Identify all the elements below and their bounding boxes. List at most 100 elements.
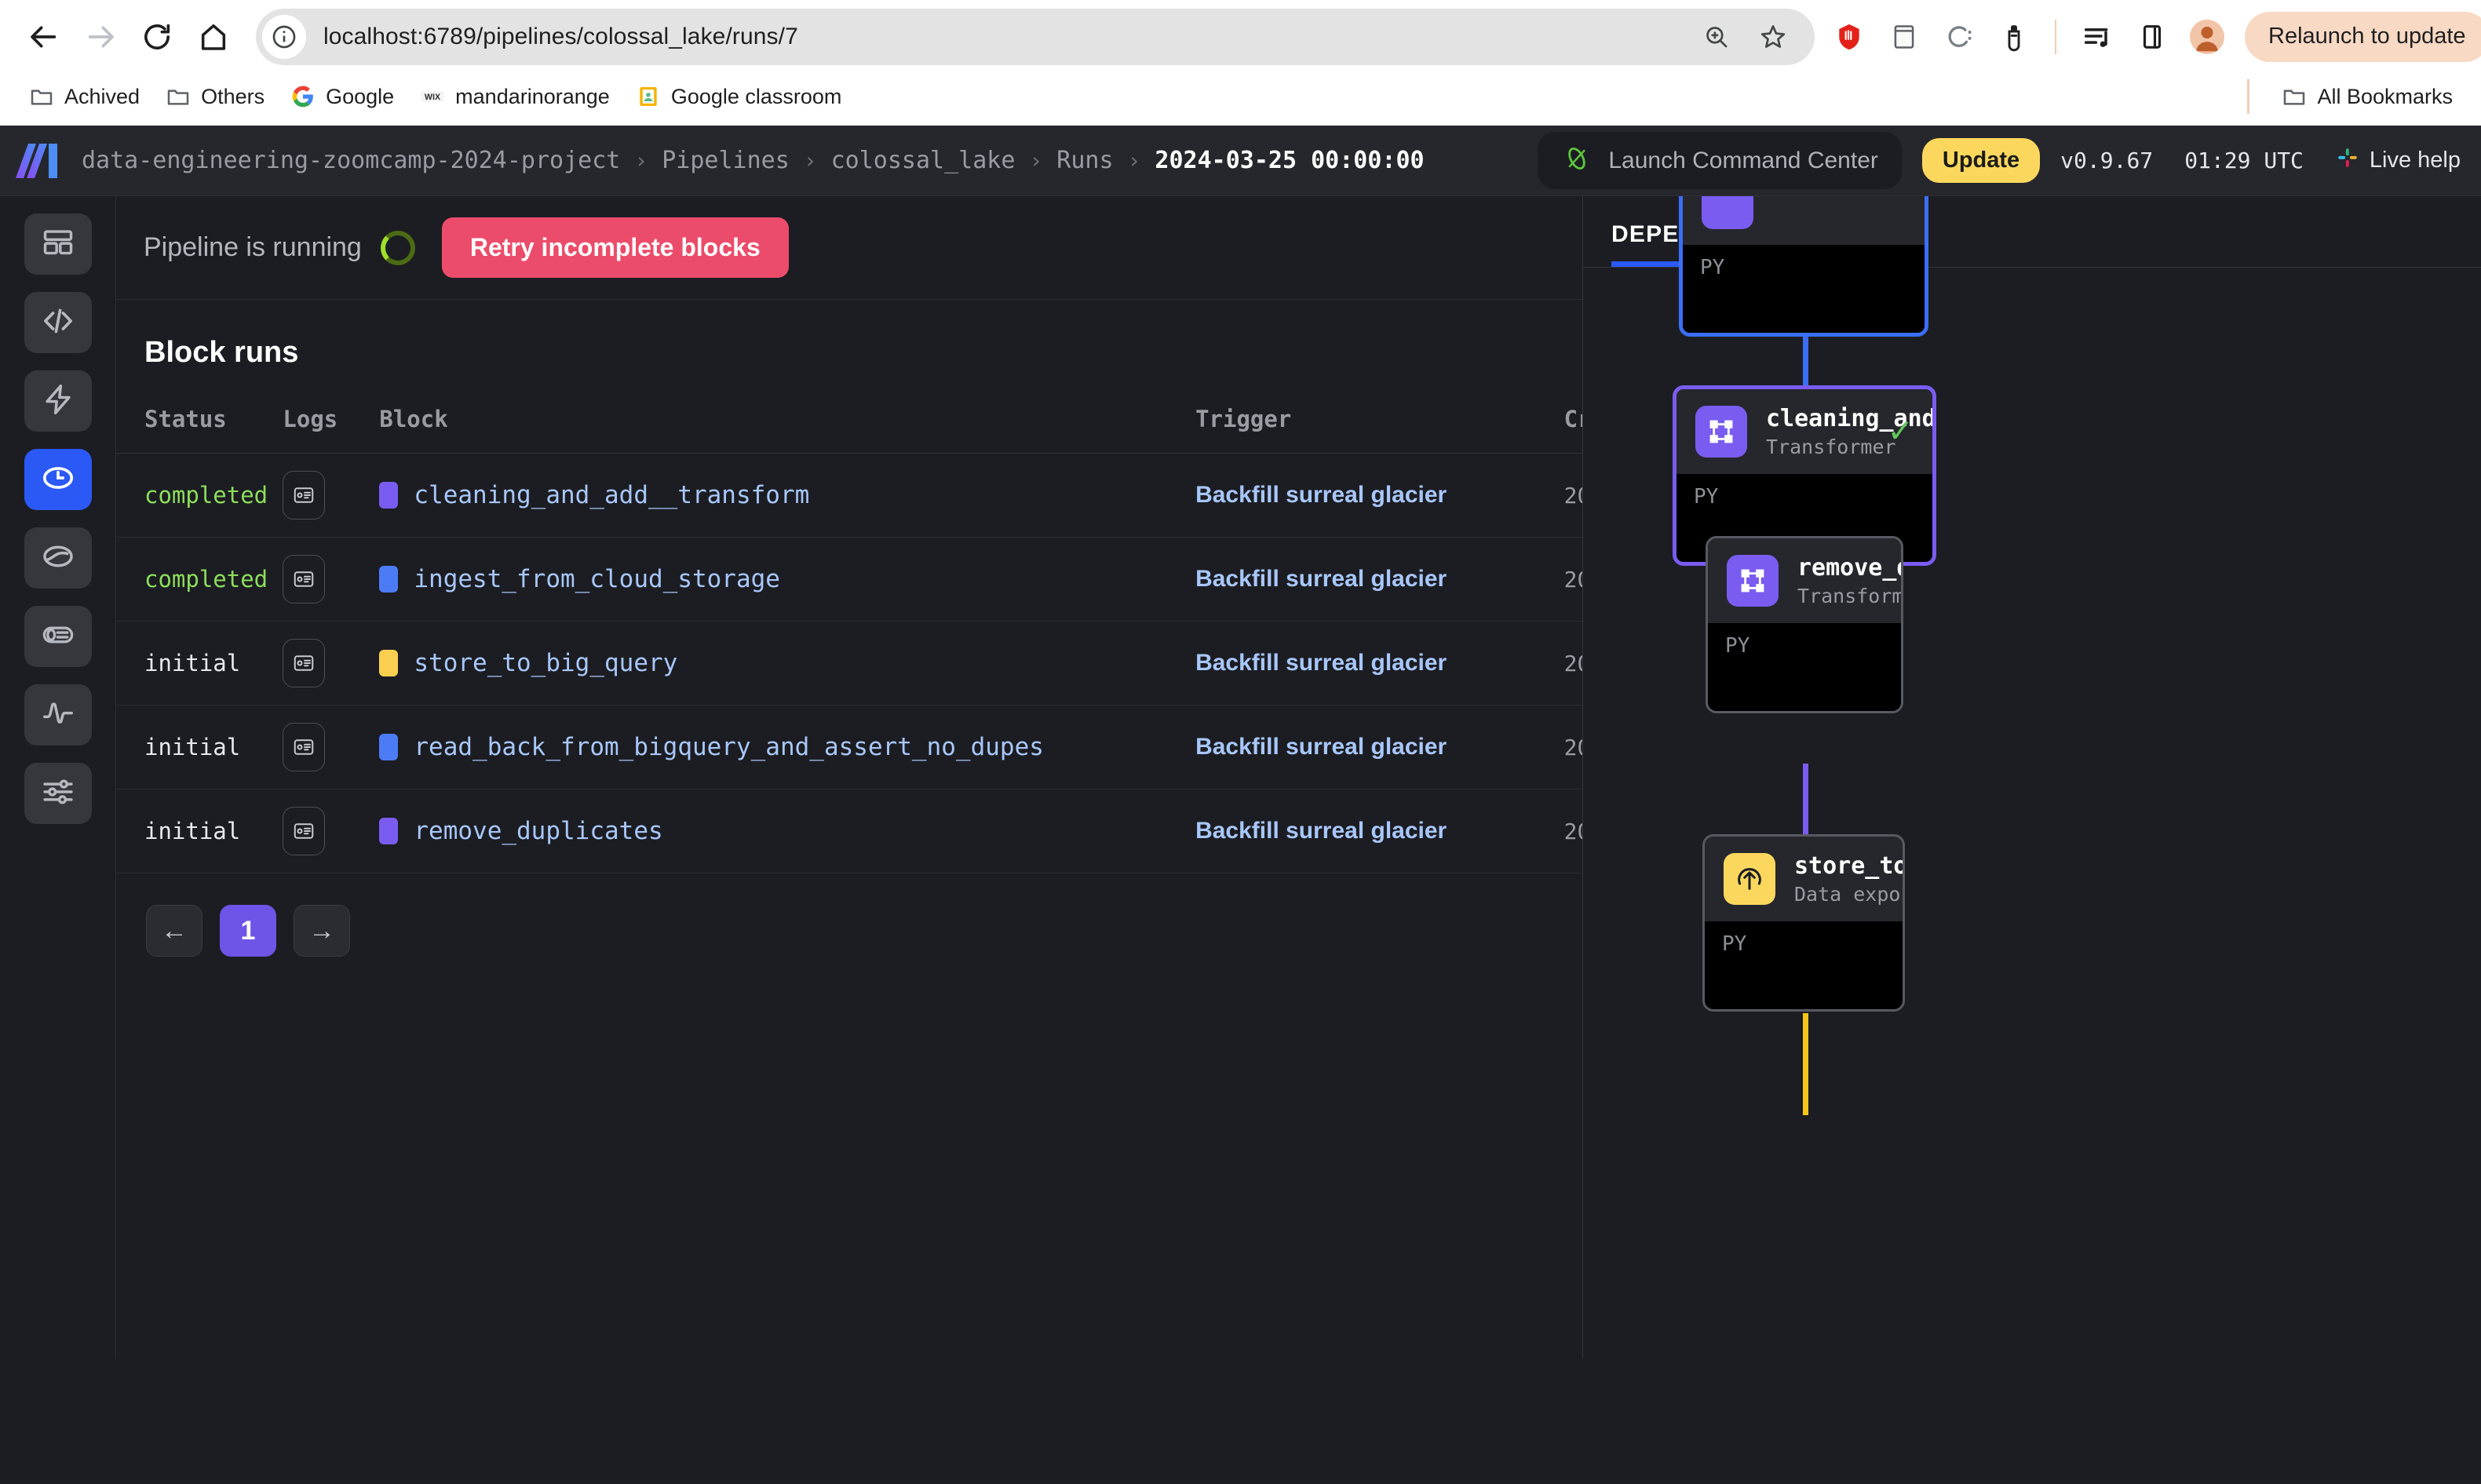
trigger-link[interactable]: Backfill surreal glacier — [1195, 734, 1447, 760]
profile-avatar[interactable] — [2182, 12, 2232, 62]
page-number-1[interactable]: 1 — [220, 905, 276, 957]
google-classroom-icon — [635, 83, 662, 110]
trigger-link[interactable]: Backfill surreal glacier — [1195, 818, 1447, 844]
reader-extension-icon[interactable] — [1879, 12, 1929, 62]
node-name: remove_duplicates — [1797, 554, 1903, 582]
info-circle-icon[interactable] — [262, 14, 306, 59]
side-panel-icon[interactable] — [2127, 12, 2177, 62]
back-arrow-icon[interactable] — [16, 9, 72, 65]
breadcrumb-project[interactable]: data-engineering-zoomcamp-2024-project — [82, 147, 620, 174]
breadcrumb-separator-icon: › — [1127, 148, 1141, 173]
wix-icon: WIX — [419, 83, 446, 110]
bookmark-google-classroom[interactable]: Google classroom — [622, 78, 855, 115]
transformer-icon — [1702, 196, 1753, 229]
column-header-created[interactable]: Created — [1563, 393, 1582, 454]
edge-remove-to-store — [1803, 764, 1808, 840]
column-header-trigger[interactable]: Trigger — [1195, 393, 1564, 454]
lightning-bolt-icon — [41, 382, 75, 421]
trigger-link[interactable]: Backfill surreal glacier — [1195, 650, 1447, 676]
reading-list-icon[interactable] — [2072, 12, 2122, 62]
zoom-search-icon[interactable] — [1694, 14, 1739, 60]
block-runs-table: Status Logs Block Trigger Created comple… — [116, 393, 1582, 873]
table-row[interactable]: completed cleaning_and_add__transform Ba… — [116, 453, 1582, 538]
sidebar-item-monitoring[interactable] — [24, 684, 92, 746]
all-bookmarks-button[interactable]: All Bookmarks — [2268, 78, 2465, 115]
sidebar-item-runs[interactable] — [24, 449, 92, 510]
table-row[interactable]: completed ingest_from_cloud_storage Back… — [116, 537, 1582, 622]
block-color-swatch — [379, 482, 399, 509]
grammarly-extension-icon[interactable] — [1934, 12, 1984, 62]
column-header-status[interactable]: Status — [116, 393, 283, 454]
app-header: data-engineering-zoomcamp-2024-project ›… — [0, 126, 2481, 196]
block-color-swatch — [379, 734, 399, 760]
bookmark-archived[interactable]: Achived — [16, 78, 152, 115]
trigger-link[interactable]: Backfill surreal glacier — [1195, 482, 1447, 508]
command-center-icon — [1561, 143, 1593, 178]
relaunch-to-update-button[interactable]: Relaunch to update — [2245, 11, 2481, 62]
block-name[interactable]: remove_duplicates — [414, 817, 662, 845]
trigger-link[interactable]: Backfill surreal glacier — [1195, 566, 1447, 592]
adblock-extension-icon[interactable] — [1824, 12, 1874, 62]
left-sidebar — [0, 196, 116, 1358]
live-help-button[interactable]: Live help — [2335, 145, 2461, 177]
breadcrumb-runs[interactable]: Runs — [1056, 147, 1113, 174]
bitwarden-extension-icon[interactable] — [1989, 12, 2039, 62]
extension-icons: Relaunch to update — [1824, 11, 2481, 62]
home-icon[interactable] — [185, 9, 242, 65]
created-timestamp: 2024-03- — [1563, 818, 1582, 844]
node-header — [1683, 196, 1925, 245]
breadcrumb-pipelines[interactable]: Pipelines — [662, 147, 790, 174]
tree-node-store-to-big-query[interactable]: store_to_big_query Data exporter PY — [1702, 834, 1905, 1012]
block-name[interactable]: store_to_big_query — [414, 649, 677, 677]
logs-icon[interactable] — [283, 723, 326, 771]
sidebar-item-triggers[interactable] — [24, 370, 92, 432]
bookmark-others[interactable]: Others — [152, 78, 277, 115]
bookmarks-divider — [2247, 79, 2250, 114]
sidebar-item-settings[interactable] — [24, 763, 92, 824]
table-row[interactable]: initial remove_duplicates Backfill surre… — [116, 789, 1582, 873]
dependency-tree-canvas[interactable]: PY cleaning_and_ Transformer ✓ PY remove… — [1583, 196, 2481, 1358]
tree-node-partial-top[interactable]: PY — [1679, 196, 1928, 337]
forward-arrow-icon[interactable] — [72, 9, 129, 65]
update-button[interactable]: Update — [1921, 138, 2041, 183]
node-name: cleaning_and_add__transform — [1766, 405, 1936, 432]
node-language-label: PY — [1694, 485, 1719, 509]
block-name[interactable]: read_back_from_bigquery_and_assert_no_du… — [414, 733, 1044, 761]
sidebar-item-backfills[interactable] — [24, 527, 92, 589]
sidebar-item-logs[interactable] — [24, 606, 92, 667]
url-text[interactable]: localhost:6789/pipelines/colossal_lake/r… — [306, 24, 1694, 50]
loading-spinner-icon — [380, 230, 415, 265]
block-name[interactable]: ingest_from_cloud_storage — [414, 565, 780, 593]
node-language-label: PY — [1722, 932, 1747, 956]
node-body: PY — [1708, 623, 1901, 711]
retry-incomplete-blocks-button[interactable]: Retry incomplete blocks — [441, 217, 789, 278]
all-bookmarks-group: All Bookmarks — [2247, 78, 2465, 115]
column-header-block[interactable]: Block — [379, 393, 1196, 454]
logs-icon[interactable] — [283, 555, 326, 603]
column-header-logs[interactable]: Logs — [283, 393, 380, 454]
breadcrumb-pipeline-name[interactable]: colossal_lake — [831, 147, 1016, 174]
mage-logo[interactable] — [16, 142, 58, 180]
google-icon — [290, 83, 316, 110]
block-name[interactable]: cleaning_and_add__transform — [414, 481, 809, 509]
logs-icon[interactable] — [283, 639, 326, 687]
next-page-button[interactable]: → — [294, 905, 350, 957]
bookmark-mandarinorange[interactable]: WIX mandarinorange — [407, 78, 622, 115]
previous-page-button[interactable]: ← — [146, 905, 202, 957]
status-badge: initial — [144, 734, 241, 760]
bookmark-label: mandarinorange — [455, 84, 610, 108]
reload-icon[interactable] — [129, 9, 185, 65]
launch-command-center-button[interactable]: Launch Command Center — [1538, 132, 1902, 189]
check-mark-icon: ✓ — [1887, 414, 1914, 449]
sidebar-item-editor[interactable] — [24, 292, 92, 353]
sidebar-item-overview[interactable] — [24, 213, 92, 275]
tree-node-remove-duplicates[interactable]: remove_duplicates Transformer PY — [1706, 536, 1903, 713]
logs-icon[interactable] — [283, 807, 326, 855]
address-bar[interactable]: localhost:6789/pipelines/colossal_lake/r… — [256, 8, 1815, 65]
logs-icon[interactable] — [283, 471, 326, 520]
live-help-label: Live help — [2369, 148, 2461, 173]
table-row[interactable]: initial read_back_from_bigquery_and_asse… — [116, 705, 1582, 789]
table-row[interactable]: initial store_to_big_query Backfill surr… — [116, 621, 1582, 706]
bookmark-google[interactable]: Google — [277, 78, 407, 115]
star-icon[interactable] — [1750, 14, 1796, 60]
